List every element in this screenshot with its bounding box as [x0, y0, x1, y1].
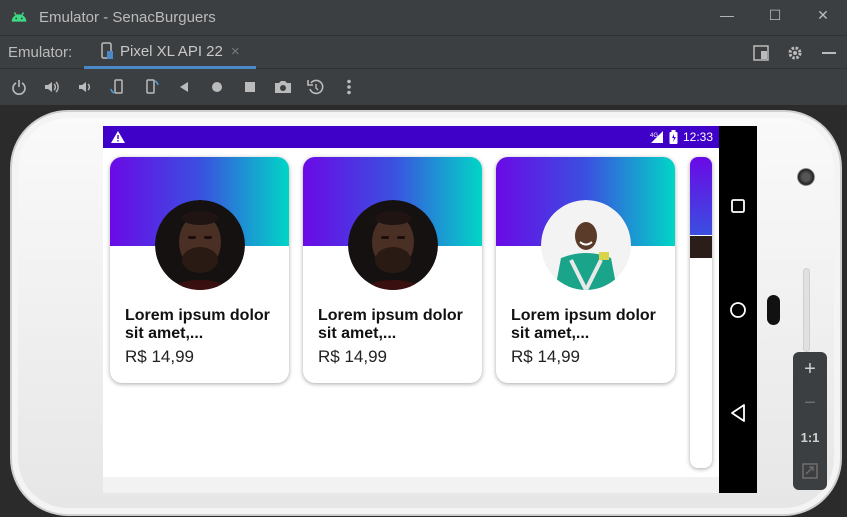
- battery-icon: [669, 130, 678, 144]
- gear-icon[interactable]: [785, 43, 805, 63]
- status-time: 12:33: [682, 130, 713, 144]
- camera-icon[interactable]: [272, 76, 294, 98]
- front-camera: [797, 168, 815, 186]
- product-card[interactable]: Lorem ipsum dolor sit amet,... R$ 14,99: [496, 157, 675, 383]
- card-header-gradient: [690, 157, 712, 235]
- product-avatar: [348, 200, 438, 290]
- more-icon[interactable]: [338, 76, 360, 98]
- close-icon[interactable]: ✕: [799, 0, 847, 30]
- device-sensor: [767, 295, 780, 325]
- product-name: Lorem ipsum dolor sit amet,...: [511, 307, 656, 342]
- device-icon: [101, 42, 113, 59]
- device-screen[interactable]: 4G 12:33 Lorem ipsum dolor sit amet,...: [103, 126, 757, 493]
- warning-icon: [111, 131, 125, 143]
- product-card[interactable]: Lorem ipsum dolor sit amet,... R$ 14,99: [110, 157, 289, 383]
- overview-icon[interactable]: [239, 76, 261, 98]
- product-avatar: [155, 200, 245, 290]
- svg-text:4G: 4G: [650, 133, 658, 139]
- product-avatar: [541, 200, 631, 290]
- product-name: Lorem ipsum dolor sit amet,...: [125, 307, 270, 342]
- product-name: Lorem ipsum dolor sit amet,...: [318, 307, 463, 342]
- android-nav-bar: [719, 126, 757, 493]
- product-price: R$ 14,99: [511, 347, 580, 366]
- minimize-icon[interactable]: ―: [703, 0, 751, 30]
- maximize-icon[interactable]: ☐: [751, 0, 799, 30]
- zoom-in-button[interactable]: +: [793, 352, 827, 386]
- signal-4g-icon: 4G: [650, 131, 663, 143]
- emulator-toolbar: [0, 69, 847, 105]
- home-button-icon[interactable]: [729, 301, 747, 319]
- zoom-ratio-button[interactable]: 1:1: [793, 420, 827, 454]
- volume-down-icon[interactable]: [74, 76, 96, 98]
- product-price: R$ 14,99: [125, 347, 194, 366]
- tab-pixel-xl[interactable]: Pixel XL API 22 ×: [84, 36, 256, 69]
- home-icon[interactable]: [206, 76, 228, 98]
- back-button-icon[interactable]: [730, 404, 746, 422]
- app-content: Lorem ipsum dolor sit amet,... R$ 14,99 …: [103, 148, 719, 493]
- rotate-right-icon[interactable]: [140, 76, 162, 98]
- product-price: R$ 14,99: [318, 347, 387, 366]
- zoom-out-button[interactable]: −: [793, 386, 827, 420]
- android-status-bar: 4G 12:33: [103, 126, 719, 148]
- back-icon[interactable]: [173, 76, 195, 98]
- product-avatar: [690, 236, 712, 258]
- rotate-left-icon[interactable]: [107, 76, 129, 98]
- product-card[interactable]: Lorem ipsum dolor sit amet,... R$ 14,99: [303, 157, 482, 383]
- device-side-button: [803, 268, 810, 352]
- zoom-panel: + − 1:1: [793, 352, 827, 490]
- window-titlebar: Emulator - SenacBurguers ― ☐ ✕: [0, 0, 847, 35]
- tab-close-icon[interactable]: ×: [231, 43, 240, 60]
- snapshot-icon[interactable]: [305, 76, 327, 98]
- power-icon[interactable]: [8, 76, 30, 98]
- fit-screen-icon[interactable]: [793, 454, 827, 488]
- emulator-tabbar: Emulator: Pixel XL API 22 ×: [0, 35, 847, 69]
- overview-button-icon[interactable]: [731, 199, 745, 213]
- window-mode-icon[interactable]: [751, 43, 771, 63]
- emulator-label: Emulator:: [8, 43, 73, 61]
- window-title: Emulator - SenacBurguers: [39, 9, 216, 26]
- product-card-partial[interactable]: [690, 157, 712, 468]
- tab-title: Pixel XL API 22: [120, 42, 223, 60]
- android-icon: [11, 11, 27, 22]
- bottom-strip: [103, 477, 719, 493]
- volume-up-icon[interactable]: [41, 76, 63, 98]
- minimize-panel-icon[interactable]: [819, 43, 839, 63]
